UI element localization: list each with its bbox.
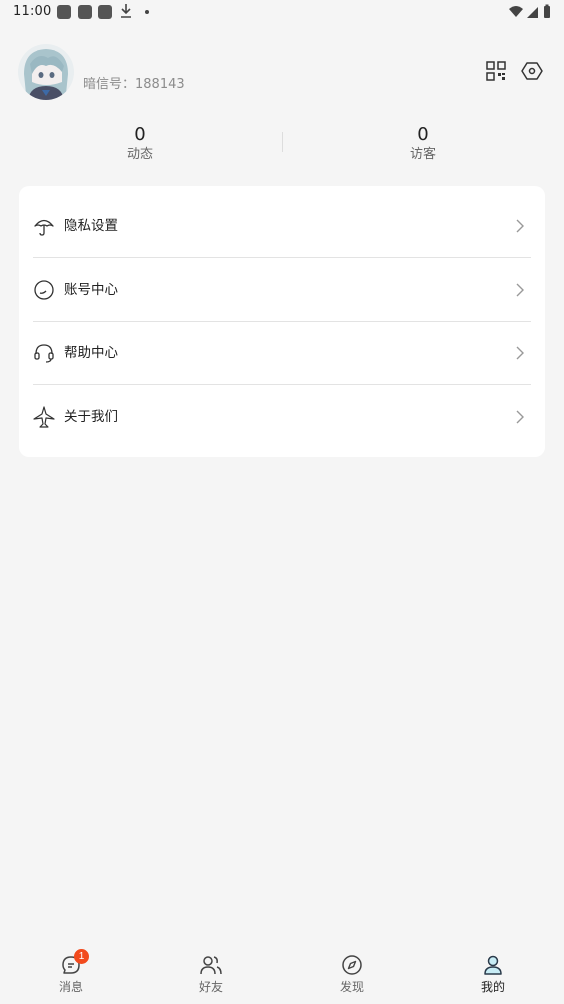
umbrella-icon	[34, 219, 54, 236]
nav-friends[interactable]: 好友	[176, 954, 246, 1000]
chevron-right-icon	[516, 219, 524, 233]
user-id: 暗信号：188143	[83, 77, 185, 92]
menu-item-account[interactable]: 账号中心	[33, 258, 531, 321]
chevron-right-icon	[516, 283, 524, 297]
stat-posts-count: 0	[134, 124, 146, 145]
stats-divider	[282, 132, 283, 152]
airplane-icon	[33, 406, 55, 428]
system-status-icons	[509, 4, 550, 18]
download-icon	[121, 4, 131, 18]
status-bar: 11:00	[0, 0, 564, 24]
avatar[interactable]	[18, 44, 74, 100]
nav-messages[interactable]: 1 消息	[36, 949, 106, 1000]
stat-posts[interactable]: 0 动态	[100, 124, 180, 164]
chevron-right-icon	[516, 346, 524, 360]
menu-label: 帮助中心	[64, 345, 118, 361]
menu-item-privacy[interactable]: 隐私设置	[33, 194, 531, 257]
signal-icon	[527, 7, 538, 18]
avatar-anime-girl-image	[18, 44, 74, 100]
notification-icon	[57, 5, 71, 19]
stat-visitors-label: 访客	[409, 147, 436, 162]
menu-item-help[interactable]: 帮助中心	[33, 321, 531, 384]
compass-icon	[342, 955, 362, 975]
nav-profile[interactable]: 我的	[458, 954, 528, 1000]
headset-icon	[34, 344, 54, 363]
nav-discover[interactable]: 发现	[317, 954, 387, 1000]
account-circle-icon	[34, 280, 54, 300]
nav-label: 我的	[480, 980, 505, 994]
stat-posts-label: 动态	[126, 147, 153, 162]
bottom-nav: 1 消息 好友 发现 我的	[0, 944, 564, 1004]
menu-label: 隐私设置	[64, 218, 118, 234]
menu-label: 账号中心	[64, 282, 118, 298]
settings-hexagon-icon[interactable]	[521, 60, 543, 82]
notification-icon	[78, 5, 92, 19]
nav-label: 好友	[198, 980, 223, 994]
nav-label: 消息	[58, 980, 83, 994]
chevron-right-icon	[516, 410, 524, 424]
menu-label: 关于我们	[64, 409, 118, 425]
stat-visitors-count: 0	[417, 124, 429, 145]
more-notifications-dot	[145, 10, 149, 14]
status-time: 11:00	[13, 4, 52, 19]
wifi-icon	[509, 6, 523, 17]
settings-menu-card: 隐私设置 账号中心 帮助中心 关于我们	[19, 186, 545, 457]
stat-visitors[interactable]: 0 访客	[383, 124, 463, 164]
friends-icon	[200, 956, 222, 975]
battery-icon	[544, 6, 550, 18]
menu-item-about[interactable]: 关于我们	[33, 385, 531, 448]
user-icon	[484, 955, 502, 975]
nav-label: 发现	[339, 980, 364, 994]
unread-badge: 1	[74, 949, 89, 964]
qr-code-icon[interactable]	[485, 60, 507, 82]
notification-icon	[98, 5, 112, 19]
